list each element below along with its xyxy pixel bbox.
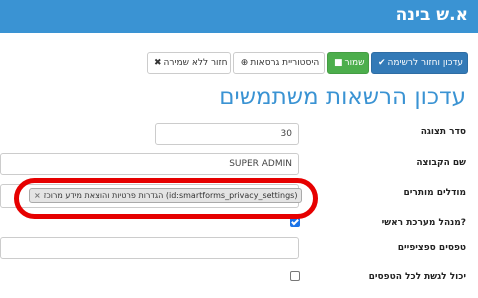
update-and-return-button[interactable]: ✔ עדכון וחזור לרשימה — [371, 52, 468, 74]
display-order-label: סדר תצוגה — [420, 127, 466, 137]
module-tag-text: הגדרות פרטיות והוצאת מידע מרוכז (id:smar… — [43, 191, 298, 200]
allowed-modules-label: מודלים מותרים — [403, 188, 466, 198]
top-navbar: א.ש בינה — [0, 0, 478, 33]
specific-forms-input[interactable] — [0, 237, 299, 259]
check-icon: ✔ — [378, 58, 386, 68]
floppy-disk-icon: ■ — [334, 58, 343, 68]
module-tag[interactable]: × הגדרות פרטיות והוצאת מידע מרוכז (id:sma… — [29, 188, 303, 203]
main-admin-label: מנהל מערכת ראשי? — [381, 218, 466, 228]
back-without-save-button[interactable]: ✖ חזור ללא שמירה — [147, 52, 231, 74]
back-without-save-label: חזור ללא שמירה — [163, 58, 228, 68]
history-icon: ⊕ — [240, 58, 249, 68]
tag-remove-icon[interactable]: × — [34, 191, 41, 200]
save-label: שמור — [344, 58, 365, 68]
times-icon: ✖ — [154, 58, 162, 68]
specific-forms-label: טפסים ספציפיים — [397, 243, 466, 253]
save-button[interactable]: ■ שמור — [327, 52, 369, 74]
group-name-label: שם הקבוצה — [416, 158, 466, 168]
page-title: עדכון הרשאות משתמשים — [219, 84, 466, 110]
access-all-forms-checkbox[interactable] — [290, 271, 300, 281]
display-order-input[interactable]: 30 — [155, 123, 299, 145]
version-history-label: היסטוריית גרסאות — [250, 58, 320, 68]
version-history-button[interactable]: ⊕ היסטוריית גרסאות — [233, 52, 325, 74]
update-and-return-label: עדכון וחזור לרשימה — [387, 58, 464, 68]
main-admin-checkbox[interactable] — [290, 217, 300, 227]
brand-title[interactable]: א.ש בינה — [396, 5, 468, 25]
access-all-forms-label: יכול לגשת לכל הטפסים — [368, 272, 466, 282]
group-name-input[interactable]: SUPER ADMIN — [0, 153, 299, 175]
